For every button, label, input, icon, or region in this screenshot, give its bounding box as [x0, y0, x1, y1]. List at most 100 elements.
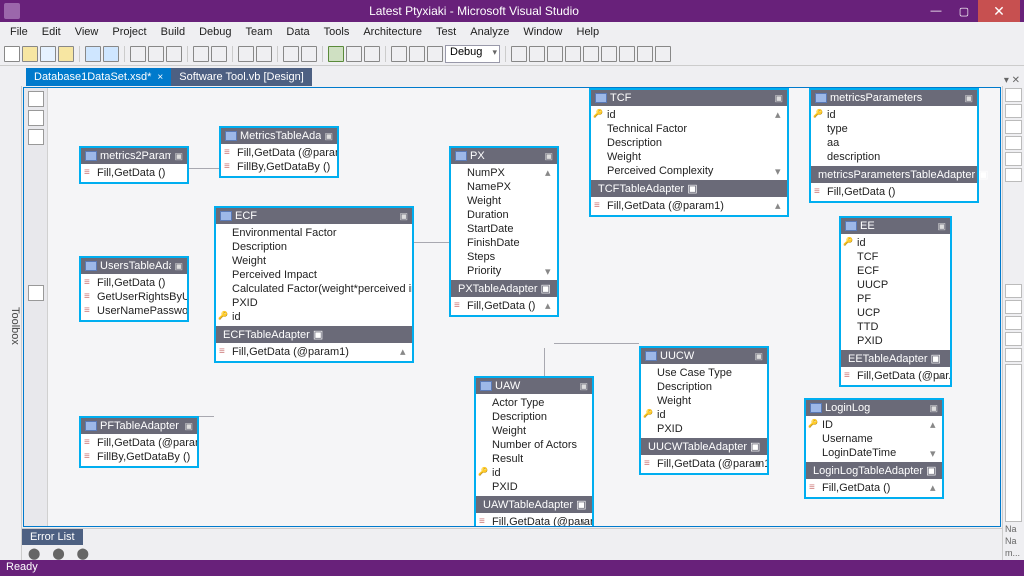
close-button[interactable]	[978, 0, 1020, 22]
step-into-icon[interactable]	[391, 46, 407, 62]
tab-dataset[interactable]: Database1DataSet.xsd* ×	[26, 68, 171, 86]
toolbox-tab[interactable]: Toolbox	[0, 86, 22, 560]
field-key[interactable]: id	[216, 310, 412, 324]
expand-icon[interactable]: ▣	[541, 282, 551, 295]
field[interactable]: UCP	[841, 306, 950, 320]
field[interactable]: FinishDate	[451, 236, 557, 250]
field[interactable]: PF	[841, 292, 950, 306]
adapter-method[interactable]: Fill,GetData (@param1)	[641, 457, 767, 471]
save-icon[interactable]	[85, 46, 101, 62]
menu-analyze[interactable]: Analyze	[464, 24, 515, 40]
field[interactable]: Priority	[451, 264, 557, 278]
entity-uucw[interactable]: UUCW▣ Use Case Type Description Weight i…	[639, 346, 769, 475]
entity-loginlog[interactable]: LoginLog▣ ID Username LoginDateTime ▴▾ L…	[804, 398, 944, 499]
field-key[interactable]: id	[591, 108, 787, 122]
nav-fwd-icon[interactable]	[301, 46, 317, 62]
field[interactable]: Perceived Impact	[216, 268, 412, 282]
menu-view[interactable]: View	[69, 24, 105, 40]
designer-canvas[interactable]: metrics2Parameters▣ Fill,GetData () Metr…	[23, 87, 1001, 527]
field[interactable]: Use Case Type	[641, 366, 767, 380]
tb-ext-6-icon[interactable]	[601, 46, 617, 62]
menu-data[interactable]: Data	[280, 24, 315, 40]
cut-icon[interactable]	[130, 46, 146, 62]
maximize-button[interactable]	[950, 0, 978, 22]
field[interactable]: aa	[811, 136, 977, 150]
field[interactable]: PXID	[476, 480, 592, 494]
gutter-icon-3[interactable]	[28, 129, 44, 145]
entity-metricstableadapter[interactable]: MetricsTableAdapter▣ Fill,GetData (@para…	[219, 126, 339, 178]
tb-ext-5-icon[interactable]	[583, 46, 599, 62]
adapter-method[interactable]: Fill,GetData (@par...	[841, 369, 950, 383]
field[interactable]: Weight	[451, 194, 557, 208]
expand-icon[interactable]: ▣	[174, 261, 183, 272]
field[interactable]: Weight	[216, 254, 412, 268]
start-debug-icon[interactable]	[328, 46, 344, 62]
adapter-method[interactable]: UserNamePasswordSt...	[81, 304, 187, 318]
field[interactable]: PXID	[641, 422, 767, 436]
field[interactable]: type	[811, 122, 977, 136]
nav-back-icon[interactable]	[283, 46, 299, 62]
adapter-method[interactable]: Fill,GetData (@param1)	[81, 436, 197, 450]
expand-icon[interactable]: ▣	[754, 351, 763, 362]
tb-ext-3-icon[interactable]	[547, 46, 563, 62]
undo-icon[interactable]	[238, 46, 254, 62]
field[interactable]: Description	[641, 380, 767, 394]
expand-icon[interactable]: ▣	[324, 131, 333, 142]
field-key[interactable]: id	[811, 108, 977, 122]
expand-icon[interactable]: ▣	[937, 221, 946, 232]
field[interactable]: Number of Actors	[476, 438, 592, 452]
expand-icon[interactable]: ▣	[929, 403, 938, 414]
field[interactable]: Calculated Factor(weight*perceived impac…	[216, 282, 412, 296]
entity-metrics2parameters[interactable]: metrics2Parameters▣ Fill,GetData ()	[79, 146, 189, 184]
ts-icon-2[interactable]	[1005, 104, 1022, 118]
ts-icon-1[interactable]	[1005, 88, 1022, 102]
entity-ecf[interactable]: ECF▣ Environmental Factor Description We…	[214, 206, 414, 363]
copy-icon[interactable]	[148, 46, 164, 62]
field[interactable]: Description	[476, 410, 592, 424]
field-key[interactable]: id	[476, 466, 592, 480]
expand-icon[interactable]: ▣	[544, 151, 553, 162]
menu-tools[interactable]: Tools	[318, 24, 356, 40]
gutter-icon-1[interactable]	[28, 91, 44, 107]
adapter-method[interactable]: Fill,GetData (@param1)	[221, 146, 337, 160]
paste-icon[interactable]	[166, 46, 182, 62]
ts-icon-4[interactable]	[1005, 136, 1022, 150]
expand-icon[interactable]: ▣	[399, 211, 408, 222]
menu-help[interactable]: Help	[571, 24, 606, 40]
error-filter-errors[interactable]: ⬤	[28, 547, 40, 560]
tab-close-icon[interactable]: ×	[157, 72, 163, 83]
step-out-icon[interactable]	[427, 46, 443, 62]
tab-overflow[interactable]: ▾ ✕	[1004, 75, 1024, 86]
adapter-method[interactable]: GetUserRightsByUsern...	[81, 290, 187, 304]
save-all-icon[interactable]	[103, 46, 119, 62]
ts-icon-11[interactable]	[1005, 348, 1022, 362]
expand-icon[interactable]: ▣	[174, 151, 183, 162]
entity-userstableadapter[interactable]: UsersTableAdapter▣ Fill,GetData () GetUs…	[79, 256, 189, 322]
error-filter-messages[interactable]: ⬤	[77, 547, 89, 560]
tb-ext-4-icon[interactable]	[565, 46, 581, 62]
ts-icon-7[interactable]	[1005, 284, 1022, 298]
field[interactable]: NamePX	[451, 180, 557, 194]
adapter-method[interactable]: Fill,GetData ()	[81, 166, 187, 180]
adapter-method[interactable]: Fill,GetData ()	[811, 185, 977, 199]
tb-ext-8-icon[interactable]	[637, 46, 653, 62]
field[interactable]: Weight	[641, 394, 767, 408]
field[interactable]: Username	[806, 432, 942, 446]
redo-icon[interactable]	[256, 46, 272, 62]
field[interactable]: Weight	[591, 150, 787, 164]
menu-architecture[interactable]: Architecture	[357, 24, 428, 40]
field[interactable]: TCF	[841, 250, 950, 264]
field[interactable]: Duration	[451, 208, 557, 222]
uncomment-icon[interactable]	[211, 46, 227, 62]
menu-debug[interactable]: Debug	[193, 24, 237, 40]
field[interactable]: NumPX	[451, 166, 557, 180]
expand-icon[interactable]: ▣	[687, 182, 697, 195]
expand-icon[interactable]: ▣	[774, 93, 783, 104]
field[interactable]: Result	[476, 452, 592, 466]
adapter-method[interactable]: Fill,GetData ()	[81, 276, 187, 290]
minimize-button[interactable]	[922, 0, 950, 22]
entity-tcf[interactable]: TCF▣ id Technical Factor Description Wei…	[589, 88, 789, 217]
expand-icon[interactable]: ▣	[313, 328, 323, 341]
add-item-icon[interactable]	[40, 46, 56, 62]
field[interactable]: UUCP	[841, 278, 950, 292]
